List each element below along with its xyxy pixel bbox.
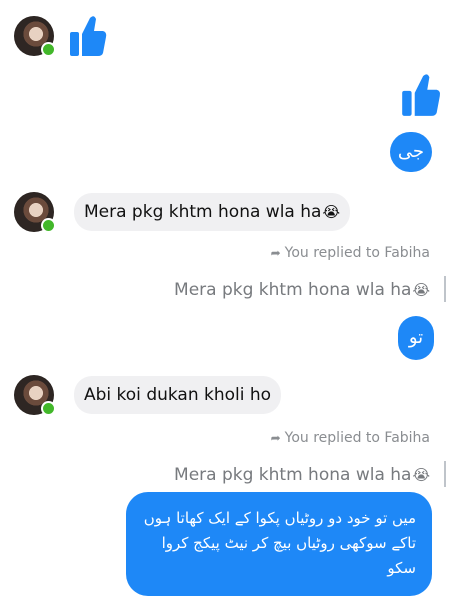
message-text: میں تو خود دو روٹیاں پکوا کے ایک کھاتا ہ… (143, 509, 416, 577)
outgoing-message[interactable]: میں تو خود دو روٹیاں پکوا کے ایک کھاتا ہ… (126, 492, 432, 596)
online-status-dot (41, 401, 56, 416)
quoted-message[interactable]: Mera pkg khtm hona wla ha😭 (174, 280, 430, 300)
incoming-message[interactable]: Abi koi dukan kholi ho (74, 376, 282, 414)
reply-arrow-icon: ➦ (270, 246, 281, 260)
contact-avatar[interactable] (14, 375, 56, 416)
message-text: Mera pkg khtm hona wla ha (84, 202, 322, 222)
online-status-dot (41, 218, 56, 233)
reply-label: You replied to Fabiha (284, 245, 430, 261)
quoted-text: Mera pkg khtm hona wla ha (174, 280, 412, 300)
message-text: Abi koi dukan kholi ho (84, 385, 272, 405)
quote-bar (444, 276, 446, 302)
contact-avatar[interactable] (14, 192, 56, 233)
quoted-text: Mera pkg khtm hona wla ha (174, 465, 412, 485)
crying-emoji: 😭 (412, 281, 430, 299)
incoming-message[interactable]: Mera pkg khtm hona wla ha😭 (74, 193, 350, 231)
reply-arrow-icon: ➦ (270, 431, 281, 445)
thumbs-up-icon (400, 72, 442, 122)
message-text: تو (408, 327, 424, 348)
quote-bar (444, 461, 446, 487)
reply-indicator: ➦ You replied to Fabiha (271, 245, 430, 261)
reply-indicator: ➦ You replied to Fabiha (271, 430, 430, 446)
outgoing-message[interactable]: جی (390, 132, 432, 172)
contact-avatar[interactable] (14, 16, 56, 57)
crying-emoji: 😭 (412, 466, 430, 484)
reply-label: You replied to Fabiha (284, 430, 430, 446)
thumbs-up-icon (68, 14, 108, 62)
crying-emoji: 😭 (322, 203, 340, 221)
online-status-dot (41, 42, 56, 57)
outgoing-message[interactable]: تو (398, 316, 434, 360)
quoted-message[interactable]: Mera pkg khtm hona wla ha😭 (174, 465, 430, 485)
message-text: جی (397, 141, 425, 162)
